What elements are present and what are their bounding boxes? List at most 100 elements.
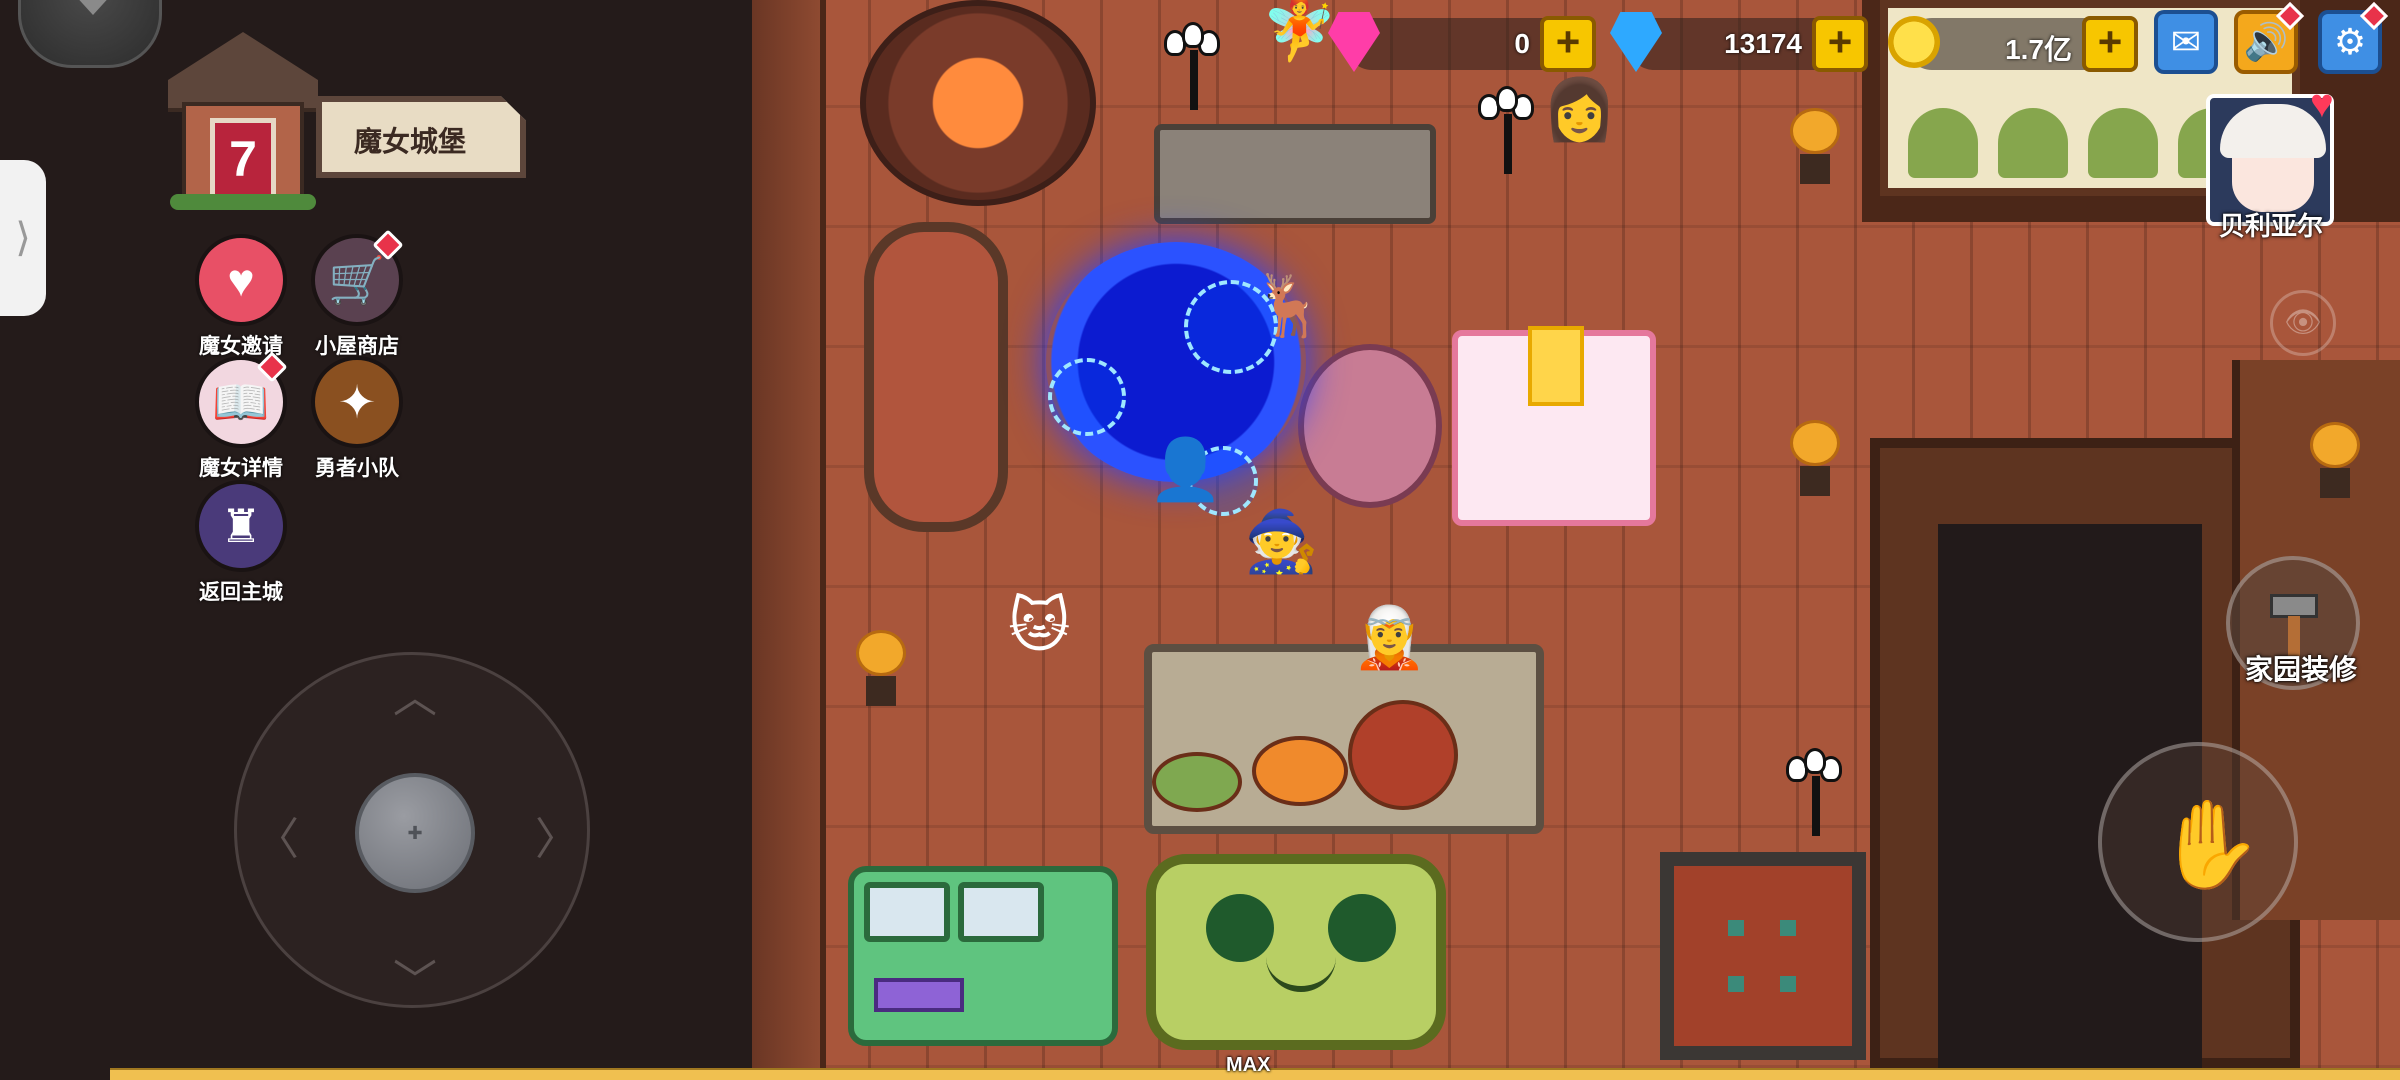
floor-lamp[interactable] bbox=[1164, 22, 1224, 112]
left-wall bbox=[752, 0, 826, 1068]
gold-coin-icon bbox=[1888, 16, 1940, 68]
pink-gem-value: 0 bbox=[1514, 28, 1530, 59]
mail-icon: ✉ bbox=[2170, 21, 2202, 62]
menu-return-main-city[interactable]: ♜ 返回主城 bbox=[186, 480, 296, 606]
flower-pot[interactable] bbox=[2306, 422, 2364, 502]
menu-label: 勇者小队 bbox=[315, 457, 399, 480]
floor-mat[interactable] bbox=[1660, 852, 1866, 1060]
glove-hand-icon: ✋ bbox=[2156, 797, 2264, 893]
home-decorate-label: 家园装修 bbox=[2244, 654, 2357, 685]
lamp-bulb bbox=[1804, 748, 1826, 774]
stone-table[interactable] bbox=[1154, 124, 1436, 224]
eye-icon: 👁 bbox=[2283, 306, 2323, 339]
house-roof bbox=[168, 32, 318, 112]
gold-counter: 1.7亿 + bbox=[1888, 16, 2138, 72]
long-sofa[interactable] bbox=[864, 222, 1008, 532]
flower-pot[interactable] bbox=[1786, 108, 1844, 188]
cake-topper bbox=[1528, 326, 1584, 406]
lamp-pole bbox=[1190, 50, 1198, 110]
teal-hair-character[interactable]: 🧚 bbox=[1262, 0, 1337, 60]
joystick-knob[interactable]: ✚ bbox=[355, 773, 475, 893]
floor-lamp[interactable] bbox=[1786, 748, 1846, 838]
salad-dish bbox=[1152, 752, 1242, 812]
lamp-pole bbox=[1504, 114, 1512, 174]
menu-label: 返回主城 bbox=[199, 581, 283, 604]
flower bbox=[2310, 422, 2360, 468]
home-level-badge[interactable]: 7 bbox=[168, 22, 318, 210]
pot bbox=[1800, 154, 1830, 184]
mail-button[interactable]: ✉ bbox=[2154, 10, 2218, 74]
pot bbox=[866, 676, 896, 706]
chevron-left-icon: 〈 bbox=[255, 815, 299, 864]
mat-dot bbox=[1780, 920, 1796, 936]
heart-icon: ♥ bbox=[2310, 82, 2334, 126]
plant-shape bbox=[1908, 108, 1978, 178]
menu-witch-details[interactable]: 📖 魔女详情 bbox=[186, 351, 296, 482]
gold-value: 1.7亿 bbox=[2005, 34, 2072, 65]
heart-potion-icon: ♥ bbox=[195, 234, 287, 326]
house-grass bbox=[170, 194, 316, 210]
green-witch-character[interactable]: 🧝 bbox=[1352, 608, 1427, 668]
keyboard bbox=[874, 978, 964, 1012]
add-blue-gem-button[interactable]: + bbox=[1812, 16, 1868, 72]
floor-lamp[interactable] bbox=[1478, 86, 1538, 176]
chevron-up-icon: ︿ bbox=[393, 673, 437, 722]
speaker-icon: 🔊 bbox=[2243, 21, 2289, 62]
dpad-icon: ✚ bbox=[407, 823, 423, 843]
character-name: 贝利亚尔 bbox=[2218, 211, 2323, 241]
blue-gem-counter: 13174 + bbox=[1610, 12, 1868, 72]
red-hair-character[interactable]: 👩 bbox=[1542, 80, 1617, 140]
pot bbox=[2320, 468, 2350, 498]
interact-button[interactable]: ✋ bbox=[2098, 742, 2298, 942]
collapse-button[interactable] bbox=[18, 0, 162, 68]
mat-dot bbox=[1780, 976, 1796, 992]
down-arrow-icon bbox=[73, 0, 113, 15]
flower bbox=[1790, 420, 1840, 466]
menu-hero-team[interactable]: ✦ 勇者小队 bbox=[302, 356, 412, 482]
flower-pot[interactable] bbox=[1786, 420, 1844, 500]
mat-dot bbox=[1728, 976, 1744, 992]
left-panel: ⟩ 7 魔女城堡 ♥ 魔女邀请 🛒 小屋商店 📖 魔女详情 ✦ 勇者小队 ♜ 返… bbox=[0, 0, 752, 1080]
settings-button[interactable]: ⚙ bbox=[2318, 1, 2389, 74]
lamp-bulb bbox=[1182, 22, 1204, 48]
shop-cart-icon: 🛒 bbox=[311, 229, 404, 326]
mat-dot bbox=[1728, 920, 1744, 936]
side-drawer-tab[interactable]: ⟩ bbox=[0, 160, 46, 316]
birthday-cake[interactable] bbox=[1452, 326, 1656, 526]
flower bbox=[1790, 108, 1840, 154]
player-character[interactable]: 👤 bbox=[1148, 440, 1223, 500]
blue-gem-value: 13174 bbox=[1724, 28, 1802, 59]
monitor bbox=[864, 882, 950, 942]
home-name: 魔女城堡 bbox=[354, 126, 467, 157]
add-pink-gem-button[interactable]: + bbox=[1540, 16, 1596, 72]
lamp-pole bbox=[1812, 776, 1820, 836]
sound-button[interactable]: 🔊 bbox=[2234, 1, 2305, 74]
cauldron-rug[interactable] bbox=[860, 0, 1096, 206]
menu-cabin-shop[interactable]: 🛒 小屋商店 bbox=[302, 229, 412, 360]
chevron-right-icon: 〉 bbox=[535, 815, 579, 864]
pink-slime-bed[interactable] bbox=[1298, 344, 1442, 508]
roast-chicken bbox=[1348, 700, 1458, 810]
frog-computer-desk[interactable] bbox=[848, 866, 1118, 1046]
pie-dish bbox=[1252, 736, 1348, 806]
plant-shape bbox=[1998, 108, 2068, 178]
view-toggle-button[interactable]: 👁 bbox=[2270, 290, 2336, 356]
menu-witch-invite[interactable]: ♥ 魔女邀请 bbox=[186, 234, 296, 360]
menu-label: 魔女详情 bbox=[199, 457, 283, 480]
deer-girl-character[interactable]: 🦌 bbox=[1252, 276, 1327, 336]
purple-witch-character[interactable]: 🧙 bbox=[1244, 512, 1319, 572]
frog-eye bbox=[1206, 894, 1274, 962]
home-level: 7 bbox=[210, 118, 276, 200]
pot bbox=[1800, 466, 1830, 496]
plant-shape bbox=[2088, 108, 2158, 178]
virtual-joystick[interactable]: ︿ ﹀ 〈 〉 ✚ bbox=[234, 652, 590, 1008]
flower-pot[interactable] bbox=[852, 630, 910, 710]
frog-smile bbox=[1266, 956, 1336, 992]
gear-icon: ⚙ bbox=[2333, 21, 2367, 62]
add-gold-button[interactable]: + bbox=[2082, 16, 2138, 72]
dining-table[interactable] bbox=[1144, 644, 1544, 834]
home-name-plaque: 魔女城堡 bbox=[316, 96, 526, 178]
white-cat-character[interactable]: 🐱 bbox=[1008, 596, 1071, 656]
frog-rug[interactable] bbox=[1146, 854, 1446, 1050]
monitor bbox=[958, 882, 1044, 942]
